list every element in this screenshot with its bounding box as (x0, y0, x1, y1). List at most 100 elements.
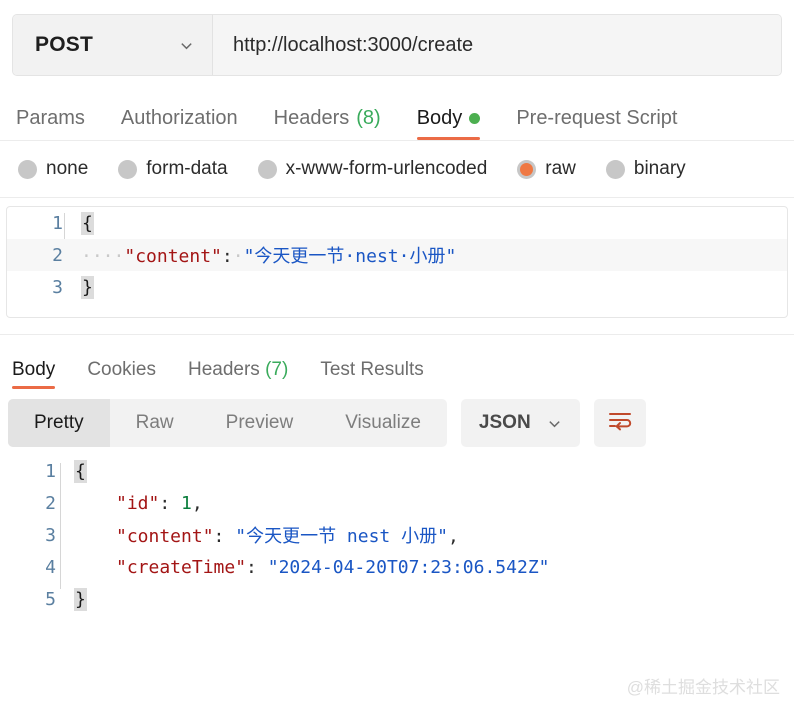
view-mode-raw-label: Raw (136, 412, 174, 434)
view-mode-pretty-label: Pretty (34, 412, 84, 434)
body-type-none[interactable]: none (18, 158, 88, 180)
code-line: 5 } (0, 583, 794, 615)
body-type-radio-group: none form-data x-www-form-urlencoded raw… (0, 141, 794, 197)
request-url-bar: POST http://localhost:3000/create (12, 14, 782, 76)
radio-icon (258, 160, 277, 179)
response-tab-cookies[interactable]: Cookies (87, 359, 156, 389)
code-line: 4 "createTime": "2024-04-20T07:23:06.542… (0, 551, 794, 583)
whitespace-dots: ···· (81, 246, 124, 267)
body-type-raw[interactable]: raw (517, 158, 576, 180)
radio-icon (18, 160, 37, 179)
chevron-down-icon (179, 38, 194, 53)
request-body-editor[interactable]: 1 { 2 ····"content":·"今天更一节·nest·小册" 3 } (6, 206, 788, 318)
view-mode-visualize-label: Visualize (345, 412, 421, 434)
code-line: 1 { (7, 207, 787, 239)
json-comma: , (192, 493, 203, 514)
code-line: 3 } (7, 271, 787, 303)
tab-params-label: Params (16, 107, 85, 130)
whitespace-dot: · (233, 246, 244, 267)
tab-headers-count: (8) (356, 107, 380, 130)
json-comma: , (448, 526, 459, 547)
response-tab-body[interactable]: Body (12, 359, 55, 389)
tab-params[interactable]: Params (16, 107, 85, 140)
response-tab-body-label: Body (12, 359, 55, 380)
line-number: 1 (0, 461, 72, 482)
response-section-divider (0, 334, 794, 335)
line-number: 2 (0, 493, 72, 514)
line-number: 2 (7, 245, 79, 266)
tab-pre-request-script-label: Pre-request Script (516, 107, 677, 130)
http-method-label: POST (35, 33, 93, 57)
line-number: 3 (0, 525, 72, 546)
radio-selected-icon (517, 160, 536, 179)
view-mode-preview-label: Preview (226, 412, 294, 434)
response-format-label: JSON (479, 412, 531, 434)
tab-pre-request-script[interactable]: Pre-request Script (516, 107, 677, 140)
tab-headers-label: Headers (274, 107, 350, 130)
json-colon: : (214, 526, 236, 547)
json-key: "createTime" (116, 557, 246, 578)
tab-body-label: Body (417, 107, 463, 130)
word-wrap-icon (607, 410, 633, 437)
response-tab-bar: Body Cookies Headers (7) Test Results (0, 345, 794, 389)
close-brace: } (74, 588, 87, 611)
response-tab-test-results-label: Test Results (320, 359, 423, 380)
json-string-value: "今天更一节·nest·小册" (244, 246, 457, 267)
json-string-value: "今天更一节 nest 小册" (235, 526, 448, 547)
response-tab-headers-label: Headers (188, 359, 260, 380)
http-method-dropdown[interactable]: POST (13, 15, 213, 75)
response-body-viewer[interactable]: 1 { 2 "id": 1, 3 "content": "今天更一节 nest … (0, 455, 794, 615)
line-number: 3 (7, 277, 79, 298)
view-mode-segmented-control: Pretty Raw Preview Visualize (8, 399, 447, 447)
json-key: "content" (124, 246, 222, 267)
json-key: "content" (116, 526, 214, 547)
json-colon: : (222, 246, 233, 267)
body-type-binary[interactable]: binary (606, 158, 686, 180)
body-type-urlencoded[interactable]: x-www-form-urlencoded (258, 158, 488, 180)
tab-headers[interactable]: Headers (8) (274, 107, 381, 140)
code-line: 2 ····"content":·"今天更一节·nest·小册" (7, 239, 787, 271)
open-brace: { (81, 212, 94, 235)
json-colon: : (246, 557, 268, 578)
line-number: 1 (7, 213, 79, 234)
tab-authorization[interactable]: Authorization (121, 107, 238, 140)
view-mode-raw[interactable]: Raw (110, 399, 200, 447)
close-brace: } (81, 276, 94, 299)
code-line: 2 "id": 1, (0, 487, 794, 519)
json-colon: : (159, 493, 181, 514)
view-mode-preview[interactable]: Preview (200, 399, 320, 447)
view-mode-pretty[interactable]: Pretty (8, 399, 110, 447)
json-number-value: 1 (181, 493, 192, 514)
body-type-binary-label: binary (634, 158, 686, 180)
body-type-divider (0, 197, 794, 198)
response-tab-cookies-label: Cookies (87, 359, 156, 380)
response-format-dropdown[interactable]: JSON (461, 399, 580, 447)
url-input[interactable]: http://localhost:3000/create (213, 15, 781, 75)
chevron-down-icon (547, 416, 562, 431)
request-tab-bar: Params Authorization Headers (8) Body Pr… (0, 82, 794, 140)
code-line: 1 { (0, 455, 794, 487)
radio-icon (118, 160, 137, 179)
json-key: "id" (116, 493, 159, 514)
body-type-none-label: none (46, 158, 88, 180)
tab-authorization-label: Authorization (121, 107, 238, 130)
body-type-raw-label: raw (545, 158, 576, 180)
view-mode-visualize[interactable]: Visualize (319, 399, 447, 447)
word-wrap-button[interactable] (594, 399, 646, 447)
body-type-form-data[interactable]: form-data (118, 158, 227, 180)
body-type-urlencoded-label: x-www-form-urlencoded (286, 158, 488, 180)
response-tab-headers-count: (7) (265, 359, 288, 380)
line-number: 5 (0, 589, 72, 610)
response-view-toolbar: Pretty Raw Preview Visualize JSON (0, 389, 794, 455)
body-type-form-data-label: form-data (146, 158, 227, 180)
tab-body[interactable]: Body (417, 107, 481, 140)
code-line: 3 "content": "今天更一节 nest 小册", (0, 519, 794, 551)
open-brace: { (74, 460, 87, 483)
json-string-value: "2024-04-20T07:23:06.542Z" (268, 557, 550, 578)
radio-icon (606, 160, 625, 179)
response-tab-test-results[interactable]: Test Results (320, 359, 423, 389)
response-tab-headers[interactable]: Headers (7) (188, 359, 288, 389)
line-number: 4 (0, 557, 72, 578)
body-modified-dot-icon (469, 113, 480, 124)
watermark: @稀土掘金技术社区 (627, 673, 780, 698)
